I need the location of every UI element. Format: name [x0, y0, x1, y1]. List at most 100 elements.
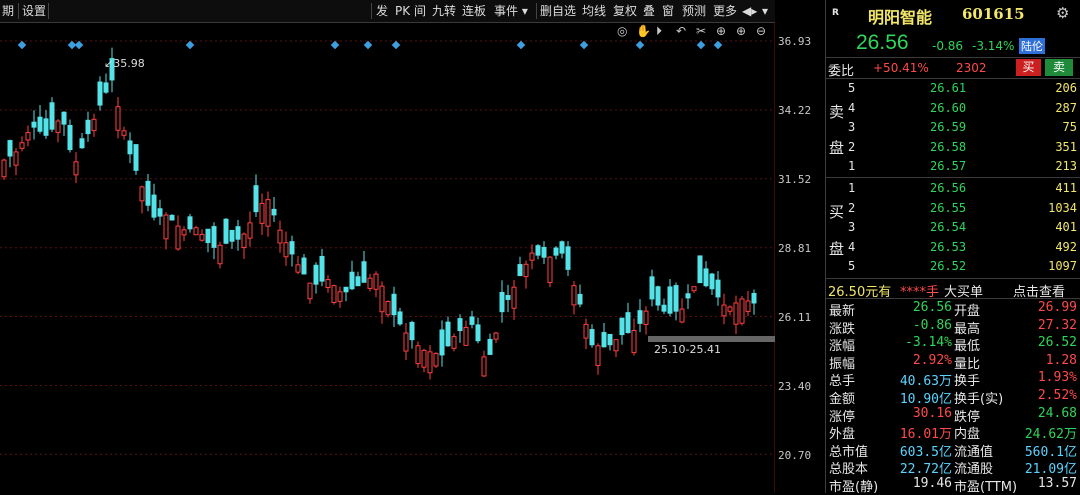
- candle-down: [601, 332, 607, 348]
- order-level-number: 3: [848, 220, 856, 234]
- order-level-volume: 351: [1055, 139, 1077, 154]
- play-icon[interactable]: ⏵: [656, 24, 662, 39]
- stat-label: 流通股: [954, 462, 994, 478]
- candle-down: [391, 293, 397, 316]
- stock-code: 601615: [962, 5, 1025, 23]
- event-marker-icon[interactable]: [713, 40, 723, 50]
- candle-up: [367, 277, 373, 289]
- toolbar-settings[interactable]: 设置: [22, 0, 46, 22]
- toolbar-caret-icon[interactable]: ▾: [762, 0, 768, 22]
- candle-down: [541, 246, 547, 258]
- toolbar-jiuzhuan[interactable]: 九转: [432, 0, 456, 22]
- toolbar-arrow-icon[interactable]: ◀▸: [742, 0, 757, 22]
- candle-up: [463, 326, 469, 346]
- event-marker-icon[interactable]: [363, 40, 373, 50]
- hand-icon[interactable]: ✋: [636, 24, 651, 38]
- scissors-icon[interactable]: ✂: [696, 24, 706, 38]
- divider: [826, 278, 1080, 279]
- candle-down: [703, 268, 709, 287]
- stat-value: 1.93%: [1037, 370, 1077, 386]
- candle-down: [205, 228, 211, 244]
- ratio-label: 委比: [828, 64, 855, 79]
- toolbar-events[interactable]: 事件 ▾: [494, 0, 528, 22]
- stat-value: 560.1亿: [1024, 444, 1077, 460]
- toolbar-remove-watchlist[interactable]: 删自选: [540, 0, 576, 22]
- candle-down: [505, 295, 511, 300]
- y-axis-label: 36.93: [778, 35, 812, 48]
- toolbar-forecast[interactable]: 预测: [682, 0, 706, 22]
- candle-up: [481, 356, 487, 377]
- candle-up: [139, 186, 145, 202]
- toolbar-lianban[interactable]: 连板: [462, 0, 486, 22]
- toolbar-window[interactable]: 窗: [662, 0, 674, 22]
- candle-up: [721, 304, 727, 317]
- stat-label: 市盈(静): [829, 480, 879, 495]
- candle-down: [673, 285, 679, 312]
- sell-button[interactable]: 卖: [1045, 59, 1073, 76]
- candle-down: [85, 119, 91, 135]
- toolbar-jian[interactable]: 间: [414, 0, 426, 22]
- event-marker-icon[interactable]: [516, 40, 526, 50]
- event-marker-icon[interactable]: [579, 40, 589, 50]
- toolbar-period[interactable]: 期: [2, 0, 14, 22]
- candle-up: [631, 329, 637, 354]
- event-marker-icon[interactable]: [635, 40, 645, 50]
- gear-icon[interactable]: ⚙: [1056, 4, 1069, 22]
- zoom-in-icon[interactable]: ⊕: [736, 24, 746, 38]
- candle-down: [349, 271, 355, 290]
- candle-down: [499, 291, 505, 313]
- stat-label: 换手(实): [954, 392, 1004, 407]
- toolbar-overlay[interactable]: 叠: [643, 0, 655, 22]
- zoom-out-icon[interactable]: ⊖: [756, 24, 766, 38]
- candle-down: [655, 286, 661, 306]
- stat-value: 21.09亿: [1024, 462, 1077, 478]
- candle-up: [529, 252, 535, 261]
- eye-icon[interactable]: ◎: [617, 24, 627, 38]
- order-level-volume: 1034: [1048, 200, 1077, 215]
- candle-up: [193, 227, 199, 236]
- order-level-volume: 1097: [1048, 259, 1077, 273]
- stat-label: 换手: [954, 374, 981, 390]
- event-marker-icon[interactable]: [696, 40, 706, 50]
- event-marker-icon[interactable]: [330, 40, 340, 50]
- candle-up: [451, 336, 457, 349]
- kline-chart[interactable]: ◎ ✋ ⏵ ↶ ✂ ⊕ ⊕ ⊖: [0, 22, 775, 493]
- event-marker-icon[interactable]: [391, 40, 401, 50]
- order-level-price: 26.55: [930, 200, 967, 215]
- order-level-number: 4: [848, 239, 856, 254]
- candle-up: [259, 202, 265, 224]
- stat-label: 总手: [829, 374, 856, 390]
- toolbar-fa[interactable]: 发: [376, 0, 388, 22]
- candle-up: [91, 118, 97, 132]
- buy-button[interactable]: 买: [1016, 59, 1041, 76]
- toolbar-pk[interactable]: PK: [395, 0, 410, 22]
- candle-up: [739, 298, 745, 324]
- event-marker-icon[interactable]: [74, 40, 84, 50]
- candle-up: [403, 332, 409, 352]
- candle-down: [685, 293, 691, 299]
- candle-down: [211, 226, 217, 248]
- stat-label: 外盘: [829, 427, 856, 443]
- sell-side-label: 盘: [829, 139, 845, 157]
- order-level-price: 26.53: [930, 239, 967, 254]
- undo-icon[interactable]: ↶: [676, 24, 686, 38]
- toolbar-ma[interactable]: 均线: [582, 0, 606, 22]
- stat-label: 跌停: [954, 409, 981, 425]
- toolbar-more[interactable]: 更多: [713, 0, 737, 22]
- current-price: 26.56: [856, 31, 909, 54]
- candle-down: [487, 338, 493, 355]
- candle-up: [121, 130, 127, 136]
- stat-value: -3.14%: [905, 335, 952, 351]
- order-level-volume: 213: [1055, 159, 1077, 173]
- candle-up: [571, 285, 577, 306]
- toolbar-adjust[interactable]: 复权: [613, 0, 637, 22]
- event-marker-icon[interactable]: [17, 40, 27, 50]
- candle-down: [457, 318, 463, 331]
- event-marker-icon[interactable]: [185, 40, 195, 50]
- target-icon[interactable]: ⊕: [716, 24, 726, 38]
- stat-value: 24.62万: [1024, 427, 1077, 443]
- candle-up: [307, 282, 313, 300]
- buy-side-label: 盘: [829, 240, 845, 258]
- order-level-volume: 411: [1055, 181, 1077, 195]
- stat-label: 涨跌: [829, 321, 856, 337]
